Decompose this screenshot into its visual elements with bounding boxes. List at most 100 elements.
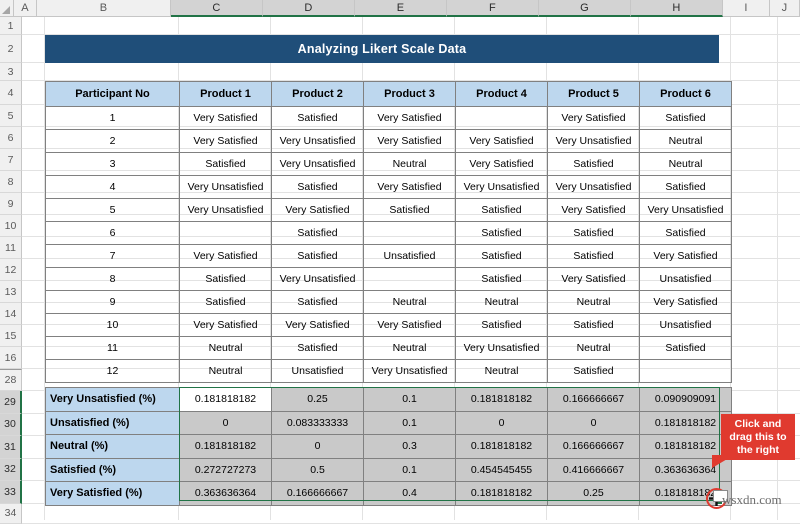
likert-response-cell[interactable]: Unsatisfied (271, 359, 364, 383)
active-cell[interactable]: 0.181818182 (179, 387, 272, 412)
row-header-16[interactable]: 16 (0, 347, 22, 369)
row-header-6[interactable]: 6 (0, 127, 22, 149)
likert-response-cell[interactable]: Very Satisfied (363, 175, 456, 199)
likert-response-cell[interactable]: Very Unsatisfied (547, 175, 640, 199)
likert-response-cell[interactable]: Neutral (455, 290, 548, 314)
percent-row[interactable]: Satisfied (%) 0.272727273 0.5 0.1 0.45454545… (45, 457, 732, 482)
percent-value-cell[interactable]: 0.181818182 (179, 434, 272, 459)
likert-response-cell[interactable]: Satisfied (455, 221, 548, 245)
table-row[interactable]: 4 Very Unsatisfied Satisfied Very Satisfied… (45, 175, 732, 199)
likert-response-cell[interactable]: Very Unsatisfied (179, 198, 272, 222)
percent-value-cell[interactable]: 0.5 (271, 457, 364, 482)
likert-response-cell[interactable]: Very Satisfied (639, 290, 732, 314)
likert-response-cell[interactable]: Very Unsatisfied (455, 175, 548, 199)
likert-response-cell[interactable]: Satisfied (639, 106, 732, 130)
likert-response-cell[interactable]: Satisfied (271, 244, 364, 268)
row-header-14[interactable]: 14 (0, 303, 22, 325)
participant-no-cell[interactable]: 6 (45, 221, 180, 245)
spreadsheet-grid[interactable]: ABCDEFGHIJ 1 2 3 4 5 6 7 8 9 10 11 12 13 14 15 16 28 29 30… (0, 0, 800, 524)
percent-value-cell[interactable]: 0 (455, 410, 548, 435)
percent-value-cell[interactable]: 0.166666667 (547, 387, 640, 412)
row-header-28[interactable]: 28 (0, 369, 22, 391)
table-row[interactable]: 7 Very Satisfied Satisfied Unsatisfied Satis… (45, 244, 732, 268)
column-header-e[interactable]: E (355, 0, 447, 17)
percent-value-cell[interactable]: 0.363636364 (179, 481, 272, 506)
percent-value-cell[interactable]: 0.090909091 (639, 387, 732, 412)
likert-response-cell[interactable] (455, 106, 548, 130)
likert-response-cell[interactable]: Neutral (179, 359, 272, 383)
likert-response-cell[interactable]: Satisfied (271, 175, 364, 199)
likert-response-cell[interactable]: Satisfied (455, 313, 548, 337)
percent-value-cell[interactable]: 0 (547, 410, 640, 435)
column-header-i[interactable]: I (723, 0, 770, 17)
row-header-9[interactable]: 9 (0, 193, 22, 215)
percent-value-cell[interactable]: 0.181818182 (455, 481, 548, 506)
row-header-15[interactable]: 15 (0, 325, 22, 347)
row-header-33[interactable]: 33 (0, 481, 22, 504)
likert-response-cell[interactable]: Satisfied (455, 267, 548, 291)
row-header-10[interactable]: 10 (0, 215, 22, 237)
likert-response-cell[interactable]: Satisfied (271, 221, 364, 245)
likert-response-cell[interactable]: Very Satisfied (363, 106, 456, 130)
participant-no-cell[interactable]: 8 (45, 267, 180, 291)
likert-response-cell[interactable]: Satisfied (547, 359, 640, 383)
percent-value-cell[interactable]: 0.181818182 (639, 410, 732, 435)
table-row[interactable]: 2 Very Satisfied Very Unsatisfied Very Sati… (45, 129, 732, 153)
likert-response-cell[interactable]: Satisfied (271, 336, 364, 360)
percent-value-cell[interactable]: 0.25 (271, 387, 364, 412)
table-row[interactable]: 3 Satisfied Very Unsatisfied Neutral Very Sa… (45, 152, 732, 176)
likert-response-cell[interactable]: Very Unsatisfied (547, 129, 640, 153)
likert-response-cell[interactable]: Unsatisfied (363, 244, 456, 268)
likert-response-cell[interactable]: Very Satisfied (363, 313, 456, 337)
likert-response-cell[interactable]: Very Satisfied (455, 129, 548, 153)
percent-value-cell[interactable]: 0.166666667 (547, 434, 640, 459)
row-header-32[interactable]: 32 (0, 458, 22, 481)
likert-response-cell[interactable]: Neutral (363, 152, 456, 176)
percent-value-cell[interactable]: 0.454545455 (455, 457, 548, 482)
table-row[interactable]: 8 Satisfied Very Unsatisfied Satisfied Very … (45, 267, 732, 291)
table-row[interactable]: 11 Neutral Satisfied Neutral Very Unsatisfie… (45, 336, 732, 360)
percent-value-cell[interactable]: 0.1 (363, 457, 456, 482)
likert-response-cell[interactable]: Very Satisfied (179, 129, 272, 153)
percent-value-cell[interactable]: 0.181818182 (455, 434, 548, 459)
table-row[interactable]: 6 Satisfied Satisfied Satisfied Satisfied (45, 221, 732, 245)
likert-response-cell[interactable]: Very Satisfied (179, 106, 272, 130)
row-header-31[interactable]: 31 (0, 436, 22, 459)
likert-response-cell[interactable]: Satisfied (363, 198, 456, 222)
likert-response-cell[interactable]: Very Satisfied (271, 313, 364, 337)
likert-response-cell[interactable]: Very Satisfied (547, 106, 640, 130)
likert-response-cell[interactable]: Very Satisfied (363, 129, 456, 153)
row-header-7[interactable]: 7 (0, 149, 22, 171)
row-header-30[interactable]: 30 (0, 413, 22, 436)
percent-row[interactable]: Very Satisfied (%) 0.363636364 0.166666667… (45, 481, 732, 506)
likert-response-cell[interactable]: Very Unsatisfied (271, 267, 364, 291)
row-header-2[interactable]: 2 (0, 35, 22, 63)
participant-no-cell[interactable]: 9 (45, 290, 180, 314)
likert-response-cell[interactable]: Neutral (179, 336, 272, 360)
likert-response-cell[interactable]: Satisfied (547, 244, 640, 268)
percent-value-cell[interactable]: 0.4 (363, 481, 456, 506)
likert-response-cell[interactable]: Satisfied (271, 290, 364, 314)
table-row[interactable]: 10 Very Satisfied Very Satisfied Very Satis… (45, 313, 732, 337)
likert-response-cell[interactable]: Very Satisfied (179, 313, 272, 337)
likert-response-cell[interactable]: Satisfied (639, 336, 732, 360)
table-row[interactable]: 12 Neutral Unsatisfied Very Unsatisfied Neut… (45, 359, 732, 383)
row-header-13[interactable]: 13 (0, 281, 22, 303)
row-header-3[interactable]: 3 (0, 63, 22, 81)
likert-response-cell[interactable]: Very Unsatisfied (455, 336, 548, 360)
participant-no-cell[interactable]: 12 (45, 359, 180, 383)
row-header-11[interactable]: 11 (0, 237, 22, 259)
column-header-c[interactable]: C (171, 0, 263, 17)
table-row[interactable]: 1 Very Satisfied Satisfied Very Satisfied Ve… (45, 106, 732, 130)
likert-response-cell[interactable]: Very Satisfied (455, 152, 548, 176)
likert-response-cell[interactable] (363, 267, 456, 291)
column-header-g[interactable]: G (539, 0, 631, 17)
likert-response-cell[interactable]: Satisfied (271, 106, 364, 130)
percent-row[interactable]: Unsatisfied (%) 0 0.083333333 0.1 0 0 0.181818… (45, 410, 732, 435)
column-header-h[interactable]: H (631, 0, 723, 17)
percent-value-cell[interactable]: 0.1 (363, 410, 456, 435)
percent-value-cell[interactable]: 0.3 (363, 434, 456, 459)
likert-response-cell[interactable] (179, 221, 272, 245)
participant-no-cell[interactable]: 3 (45, 152, 180, 176)
likert-response-cell[interactable]: Very Unsatisfied (271, 129, 364, 153)
